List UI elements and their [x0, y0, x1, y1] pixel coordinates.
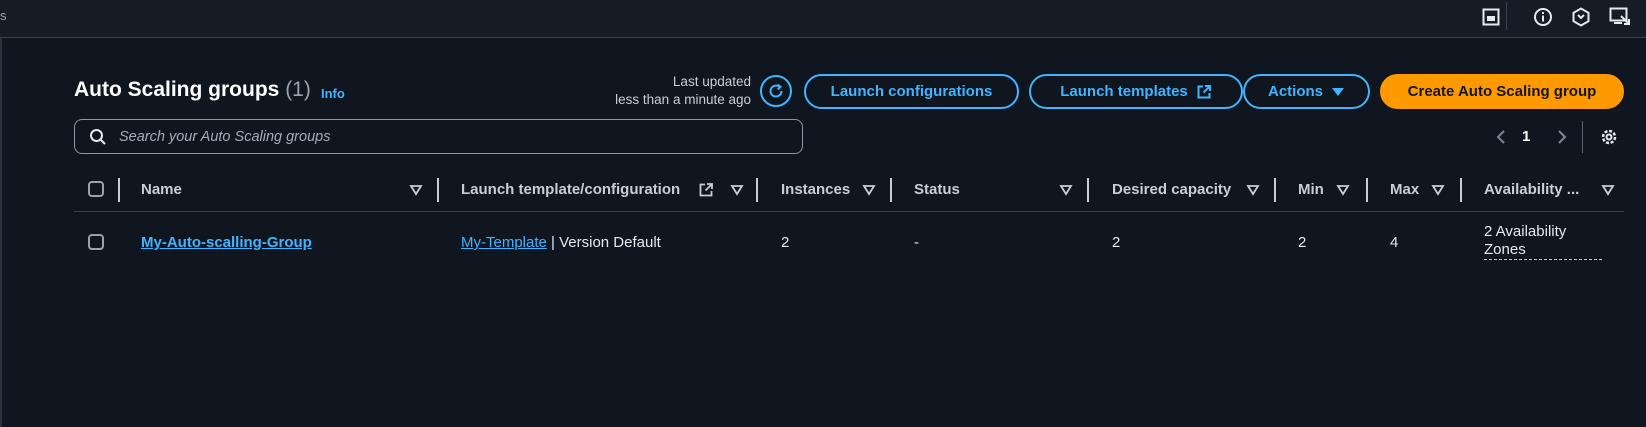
launch-templates-label: Launch templates	[1060, 83, 1188, 100]
current-page[interactable]: 1	[1522, 128, 1530, 145]
select-all-checkbox[interactable]	[88, 181, 104, 197]
refresh-button[interactable]	[760, 75, 792, 107]
column-divider[interactable]	[890, 178, 892, 202]
breadcrumb: s	[0, 8, 7, 23]
gear-icon	[1601, 129, 1617, 145]
refresh-icon	[769, 83, 783, 98]
search-icon	[89, 128, 107, 146]
pagination-divider	[1582, 121, 1583, 153]
launch-configurations-label: Launch configurations	[830, 83, 993, 100]
create-button-label: Create Auto Scaling group	[1407, 83, 1597, 100]
column-header-instances[interactable]: Instances	[781, 181, 850, 198]
search-input[interactable]	[117, 127, 781, 146]
column-divider[interactable]	[1366, 178, 1368, 202]
header-divider	[74, 211, 1624, 212]
group-name-link[interactable]: My-Auto-scalling-Group	[141, 234, 312, 251]
availability-zones-line2: Zones	[1484, 241, 1526, 258]
max-cell: 4	[1390, 234, 1399, 251]
column-divider[interactable]	[437, 178, 439, 202]
top-bar: s	[0, 0, 1646, 38]
column-divider[interactable]	[1460, 178, 1462, 202]
launch-configurations-button[interactable]: Launch configurations	[804, 74, 1019, 109]
last-updated: Last updated less than a minute ago	[560, 73, 751, 109]
panel-icon[interactable]	[1478, 4, 1504, 30]
column-header-launch-template[interactable]: Launch template/configuration	[461, 181, 680, 198]
chevron-left-icon	[1496, 130, 1505, 144]
min-cell: 2	[1298, 234, 1307, 251]
page-title: Auto Scaling groups (1)	[74, 78, 311, 102]
sort-icon[interactable]	[862, 183, 876, 197]
launch-template-version: | Version Default	[546, 234, 661, 251]
availability-zones-line1: 2 Availability	[1484, 223, 1567, 240]
status-cell: -	[914, 234, 919, 251]
sort-icon[interactable]	[1059, 183, 1073, 197]
launch-template-link[interactable]: My-Template	[461, 234, 547, 251]
sort-icon[interactable]	[1601, 183, 1615, 197]
sort-icon[interactable]	[409, 183, 423, 197]
screen-share-icon[interactable]	[1607, 4, 1633, 30]
chevron-right-icon	[1558, 130, 1567, 144]
column-header-availability[interactable]: Availability ...	[1484, 181, 1579, 198]
sort-icon[interactable]	[730, 183, 744, 197]
actions-label: Actions	[1267, 83, 1323, 100]
column-header-max[interactable]: Max	[1390, 181, 1419, 198]
desired-capacity-cell: 2	[1112, 234, 1121, 251]
column-header-status[interactable]: Status	[914, 181, 960, 198]
last-updated-label: Last updated	[672, 74, 751, 89]
instances-cell: 2	[781, 234, 790, 251]
column-divider	[118, 178, 120, 202]
column-divider[interactable]	[756, 178, 758, 202]
availability-zones-cell[interactable]: 2 Availability Zones	[1484, 223, 1602, 260]
previous-page-button[interactable]	[1491, 126, 1511, 148]
next-page-button[interactable]	[1552, 126, 1572, 148]
column-header-desired-capacity[interactable]: Desired capacity	[1112, 181, 1231, 198]
sort-icon[interactable]	[1246, 183, 1260, 197]
left-edge	[0, 38, 2, 427]
column-divider[interactable]	[1274, 178, 1276, 202]
launch-template-cell: My-Template | Version Default	[461, 234, 661, 251]
row-checkbox[interactable]	[88, 234, 104, 250]
column-header-min[interactable]: Min	[1298, 181, 1324, 198]
info-link[interactable]: Info	[321, 86, 345, 101]
table-settings-button[interactable]	[1598, 126, 1620, 148]
topbar-divider	[1506, 2, 1507, 30]
group-count: (1)	[285, 78, 311, 101]
column-divider[interactable]	[1087, 178, 1089, 202]
page-title-text: Auto Scaling groups	[74, 78, 280, 101]
create-auto-scaling-group-button[interactable]: Create Auto Scaling group	[1380, 74, 1624, 109]
sort-icon[interactable]	[1336, 183, 1350, 197]
caret-down-icon	[1332, 87, 1344, 96]
actions-button[interactable]: Actions	[1243, 74, 1370, 109]
launch-templates-button[interactable]: Launch templates	[1029, 74, 1243, 109]
search-box	[74, 119, 803, 154]
last-updated-value: less than a minute ago	[615, 92, 751, 107]
external-link-icon	[699, 183, 713, 197]
sort-icon[interactable]	[1431, 183, 1445, 197]
column-header-name[interactable]: Name	[141, 181, 182, 198]
external-link-icon	[1197, 84, 1211, 98]
info-circle-icon[interactable]	[1530, 4, 1556, 30]
hexagon-icon[interactable]	[1568, 4, 1594, 30]
